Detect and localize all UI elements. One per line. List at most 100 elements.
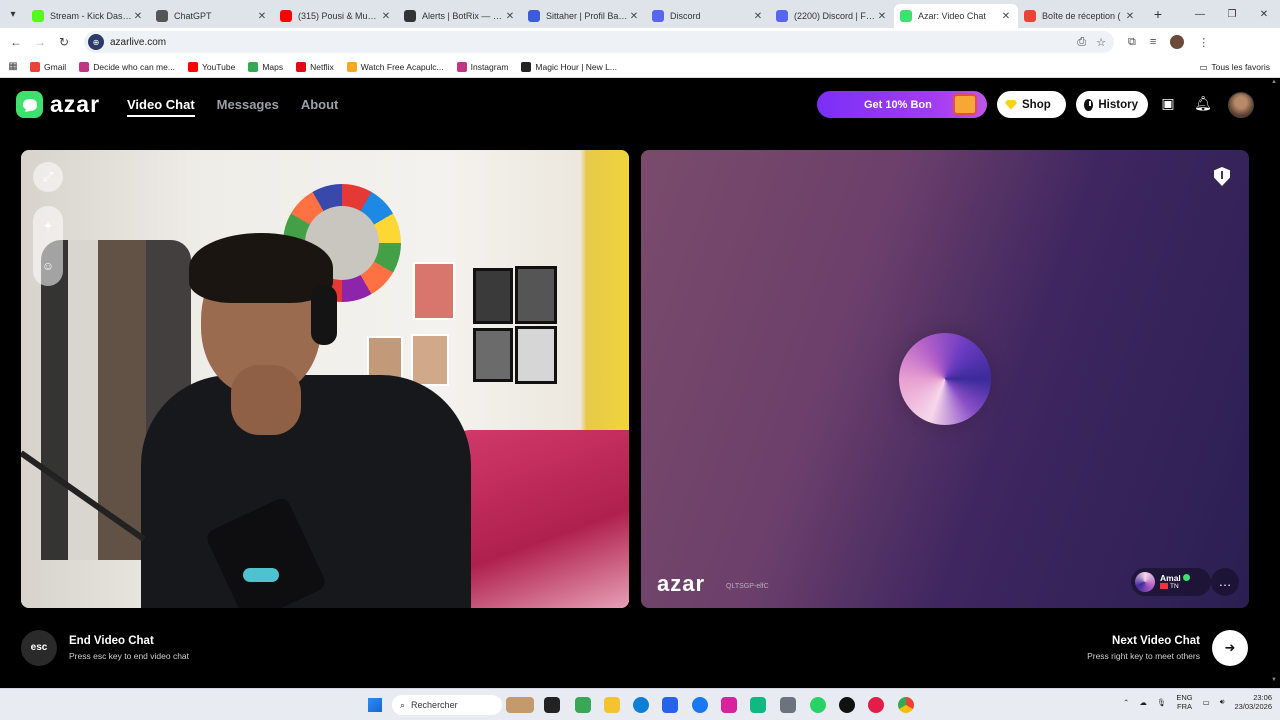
browser-menu-icon[interactable]: ⋮	[1198, 36, 1209, 49]
bookmark-item[interactable]: Maps	[248, 61, 283, 72]
new-tab-button[interactable]: +	[1146, 6, 1170, 22]
tab-close-icon[interactable]: ✕	[256, 11, 268, 22]
bookmark-item[interactable]: Instagram	[456, 61, 508, 72]
minimize-icon[interactable]: —	[1184, 9, 1216, 20]
bookmark-star-icon[interactable]: ☆	[1096, 36, 1106, 49]
forward-icon[interactable]: →	[28, 35, 52, 49]
back-icon[interactable]: ←	[4, 35, 28, 49]
tab-close-icon[interactable]: ✕	[752, 11, 764, 22]
tab-title: Alerts | BotRix — Clo	[422, 11, 504, 21]
tab-strip: ▾ Stream - Kick Dashbo ✕ ChatGPT ✕ (315) Pou…	[0, 0, 1280, 28]
promo-label: Get 10% Bon	[864, 98, 932, 111]
shop-button[interactable]: Shop	[997, 91, 1066, 118]
end-chat-button[interactable]: esc	[21, 630, 57, 666]
face-filter-icon[interactable]: ☺	[38, 256, 58, 276]
language-switch[interactable]: ENG FRA	[1176, 693, 1192, 711]
install-app-icon[interactable]: ⎙	[1077, 36, 1086, 49]
network-icon[interactable]: ☁	[1139, 698, 1147, 707]
chat-bubble-icon[interactable]: …	[1211, 568, 1239, 596]
scrollbar-down-icon[interactable]: ▼	[1271, 677, 1277, 683]
chrome-icon[interactable]	[898, 697, 914, 713]
bookmark-item[interactable]: Netflix	[296, 61, 334, 72]
browser-tab[interactable]: (315) Pousi & Muslim ✕	[274, 4, 398, 28]
all-bookmarks-label: Tous les favoris	[1211, 62, 1270, 72]
apps-grid-icon[interactable]: ▦	[0, 61, 26, 72]
bookmark-item[interactable]: Watch Free Acapulc...	[346, 61, 444, 72]
store-icon[interactable]	[662, 697, 678, 713]
tab-search-chevron-icon[interactable]: ▾	[0, 0, 26, 28]
bookmark-item[interactable]: YouTube	[187, 61, 235, 72]
display-icon[interactable]: ▭	[1203, 698, 1210, 707]
all-bookmarks[interactable]: ▭ Tous les favoris	[1199, 56, 1270, 78]
tab-title: Sittaher | Profil Bakch	[546, 11, 628, 21]
clock[interactable]: 23:06 23/03/2026	[1234, 693, 1272, 711]
bookmark-favicon-icon	[79, 61, 90, 72]
expand-icon[interactable]: ⤢	[33, 162, 63, 192]
browser-tab[interactable]: Alerts | BotRix — Clo ✕	[398, 4, 522, 28]
nav-video-chat[interactable]: Video Chat	[127, 97, 195, 117]
next-chat-button[interactable]: ➜	[1212, 630, 1248, 666]
system-tray: ⌃ ☁ 🎙︎ ENG FRA ▭ 🔊︎ 23:06 23/03/2026	[1123, 693, 1272, 711]
close-window-icon[interactable]: ✕	[1248, 9, 1280, 20]
url-text[interactable]: azarlive.com	[110, 37, 1077, 48]
reload-icon[interactable]: ↻	[52, 35, 76, 49]
tab-close-icon[interactable]: ✕	[1000, 11, 1012, 22]
obs-icon[interactable]	[839, 697, 855, 713]
volume-icon[interactable]: 🔊︎	[1220, 697, 1225, 707]
bookmark-item[interactable]: Magic Hour | New L...	[521, 61, 617, 72]
tab-close-icon[interactable]: ✕	[380, 11, 392, 22]
promo-bonus-button[interactable]: Get 10% Bon	[817, 91, 987, 118]
wall-frame	[473, 328, 513, 382]
partner-badge[interactable]: Amal TN	[1131, 568, 1211, 596]
instagram-icon[interactable]	[721, 697, 737, 713]
bookmark-item[interactable]: Decide who can me...	[79, 61, 175, 72]
facebook-icon[interactable]	[692, 697, 708, 713]
partner-country: TN	[1170, 583, 1179, 590]
browser-tab[interactable]: Azar: Video Chat ✕	[894, 4, 1018, 28]
user-avatar[interactable]	[1228, 92, 1254, 118]
taskbar-search[interactable]: ⌕ Rechercher	[392, 695, 502, 715]
inbox-icon[interactable]: ▣	[1158, 95, 1178, 113]
browser-tab[interactable]: Discord ✕	[646, 4, 770, 28]
nav-about[interactable]: About	[301, 97, 339, 117]
profile-avatar-icon[interactable]	[1170, 35, 1185, 49]
omnibox[interactable]: ⊕ azarlive.com ⎙ ☆	[84, 31, 1114, 53]
tab-favicon-icon	[280, 10, 292, 22]
mic-tray-icon[interactable]: 🎙︎	[1157, 698, 1167, 707]
media-controls-icon[interactable]: ≡	[1150, 36, 1156, 48]
tab-close-icon[interactable]: ✕	[504, 11, 516, 22]
browser-tab[interactable]: Boîte de réception (✕	[1018, 4, 1142, 28]
bookmark-label: Magic Hour | New L...	[535, 61, 617, 72]
maximize-icon[interactable]: ❐	[1216, 9, 1248, 20]
tab-close-icon[interactable]: ✕	[1124, 11, 1136, 22]
bookmark-item[interactable]: Gmail	[30, 61, 66, 72]
edge-icon[interactable]	[633, 697, 649, 713]
tray-chevron-icon[interactable]: ⌃	[1123, 698, 1129, 707]
task-view-icon[interactable]	[544, 697, 560, 713]
shield-exclamation	[1221, 171, 1223, 179]
magic-wand-icon[interactable]: ✦	[38, 216, 58, 236]
app-red-icon[interactable]	[868, 697, 884, 713]
browser-tab[interactable]: Sittaher | Profil Bakch ✕	[522, 4, 646, 28]
extensions-icon[interactable]: ⧉	[1128, 36, 1136, 49]
browser-tab[interactable]: Stream - Kick Dashbo ✕	[26, 4, 150, 28]
whatsapp-icon[interactable]	[810, 697, 826, 713]
nav-messages[interactable]: Messages	[217, 97, 279, 117]
camera-icon[interactable]	[780, 697, 796, 713]
site-info-icon[interactable]: ⊕	[88, 34, 104, 50]
tab-close-icon[interactable]: ✕	[628, 11, 640, 22]
mail-icon[interactable]	[750, 697, 766, 713]
azar-logo[interactable]: azar	[16, 91, 100, 118]
browser-tab[interactable]: ChatGPT ✕	[150, 4, 274, 28]
history-button[interactable]: History	[1076, 91, 1148, 118]
windows-start-icon[interactable]	[368, 698, 382, 712]
copilot-icon[interactable]	[575, 697, 591, 713]
widgets-icon[interactable]	[506, 697, 534, 713]
browser-tab[interactable]: (2200) Discord | Frier ✕	[770, 4, 894, 28]
bell-icon[interactable]: 🔔︎	[1193, 95, 1213, 113]
lang-top: ENG	[1176, 693, 1193, 702]
scrollbar-up-icon[interactable]: ▲	[1271, 79, 1277, 85]
file-explorer-icon[interactable]	[604, 697, 620, 713]
tab-close-icon[interactable]: ✕	[876, 11, 888, 22]
tab-close-icon[interactable]: ✕	[132, 11, 144, 22]
